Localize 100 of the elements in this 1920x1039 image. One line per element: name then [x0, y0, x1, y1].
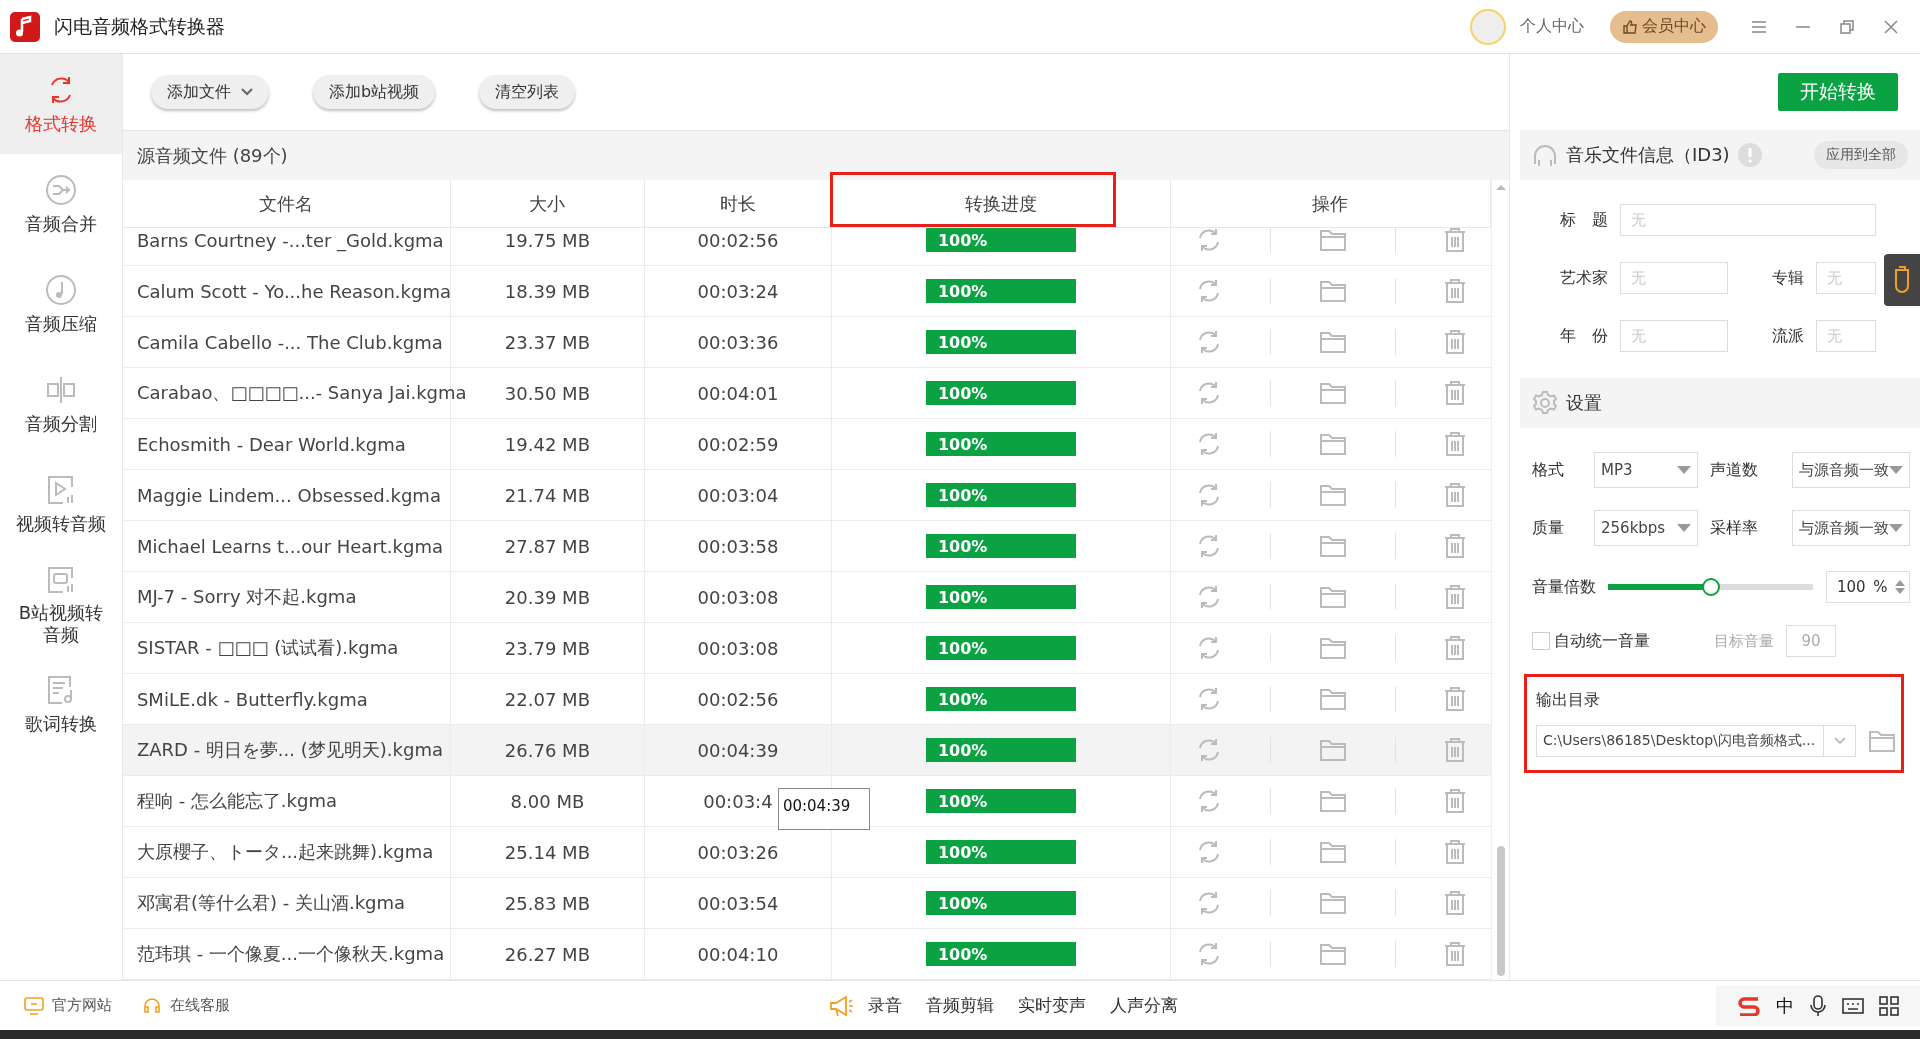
file-row[interactable]: Michael Learns t...our Heart.kgma 27.87 MB 00:03:58 100%	[122, 521, 1491, 572]
file-name: SISTAR - □□□ (试试看).kgma	[136, 636, 399, 660]
music-note-icon	[43, 273, 78, 308]
folder-icon[interactable]	[1318, 228, 1347, 252]
select-field[interactable]: MP3	[1594, 452, 1698, 488]
folder-icon[interactable]	[1318, 483, 1347, 507]
trash-icon[interactable]	[1443, 278, 1468, 304]
folder-icon[interactable]	[1318, 585, 1347, 609]
duration: 00:04:10	[697, 943, 779, 965]
trash-icon[interactable]	[1443, 482, 1468, 508]
folder-icon[interactable]	[1318, 942, 1347, 966]
trash-icon[interactable]	[1443, 329, 1468, 355]
vip-button[interactable]: 会员中心	[1610, 10, 1718, 43]
duration: 00:03:54	[697, 892, 779, 914]
tool-link[interactable]: 实时变声	[1018, 994, 1086, 1017]
duration: 00:04:39	[697, 739, 779, 761]
toolbar-button[interactable]: 清空列表	[479, 75, 576, 109]
progress-text: 100%	[937, 434, 988, 454]
ime-logo-icon[interactable]	[1736, 995, 1762, 1016]
trash-icon[interactable]	[1443, 839, 1468, 865]
folder-icon[interactable]	[1318, 840, 1347, 864]
path-field[interactable]: C:\Users\86185\Desktop\闪电音频格式...	[1536, 725, 1856, 757]
checkbox[interactable]	[1532, 632, 1550, 650]
footer-link[interactable]: 在线客服	[142, 996, 230, 1015]
toolbar-button[interactable]: 添加文件	[150, 75, 269, 109]
folder-icon[interactable]	[1318, 534, 1347, 558]
file-row[interactable]: Barns Courtney -...ter _Gold.kgma 19.75 MB 00:02:56 100%	[122, 228, 1491, 266]
trash-icon[interactable]	[1443, 380, 1468, 406]
megaphone-icon[interactable]	[828, 993, 854, 1018]
trash-icon[interactable]	[1443, 737, 1468, 763]
monitor-icon	[24, 996, 44, 1015]
footer-link[interactable]: 官方网站	[24, 996, 112, 1015]
file-row[interactable]: 程响 - 怎么能忘了.kgma 8.00 MB 00:03:4 00:04:39 100%	[122, 776, 1491, 827]
file-row[interactable]: SISTAR - □□□ (试试看).kgma 23.79 MB 00:03:08 100%	[122, 623, 1491, 674]
progress-text: 100%	[937, 332, 988, 352]
file-size: 26.27 MB	[504, 943, 590, 965]
trash-icon[interactable]	[1443, 686, 1468, 712]
trash-icon[interactable]	[1443, 533, 1468, 559]
caret-icon	[1677, 466, 1691, 474]
folder-icon[interactable]	[1318, 432, 1347, 456]
select-field[interactable]: 256kbps	[1594, 510, 1698, 546]
duration: 00:03:24	[697, 280, 779, 302]
file-size: 22.07 MB	[504, 688, 590, 710]
slider-thumb[interactable]	[1701, 578, 1720, 596]
window-title: 闪电音频格式转换器	[54, 13, 226, 39]
scroll-up-icon[interactable]	[1495, 184, 1506, 190]
number-field[interactable]: 100 %	[1826, 571, 1910, 603]
tool-link[interactable]: 录音	[868, 994, 902, 1017]
folder-icon[interactable]	[1318, 279, 1347, 303]
trash-icon[interactable]	[1443, 584, 1468, 610]
file-size: 25.83 MB	[504, 892, 590, 914]
file-row[interactable]: ZARD - 明日を夢... (梦见明天).kgma 26.76 MB 00:04:39 100%	[122, 725, 1491, 776]
avatar[interactable]	[1470, 8, 1506, 45]
keyboard-icon[interactable]	[1842, 995, 1864, 1016]
file-size: 26.76 MB	[504, 739, 590, 761]
user-center-link[interactable]: 个人中心	[1520, 16, 1584, 37]
file-row[interactable]: Camila Cabello -... The Club.kgma 23.37 MB 00:03:36 100%	[122, 317, 1491, 368]
setting-label: 声道数	[1710, 459, 1759, 481]
file-size: 21.74 MB	[504, 484, 590, 506]
file-row[interactable]: Carabao、□□□□...- Sanya Jai.kgma 30.50 MB 00:04:01 100%	[122, 368, 1491, 419]
file-row[interactable]: 大原櫻子、トータ...起来跳舞).kgma 25.14 MB 00:03:26 100%	[122, 827, 1491, 878]
tool-link[interactable]: 音频剪辑	[926, 994, 994, 1017]
file-size: 8.00 MB	[510, 790, 585, 812]
tool-link[interactable]: 人声分离	[1110, 994, 1178, 1017]
folder-icon[interactable]	[1318, 636, 1347, 660]
scrollbar-thumb[interactable]	[1496, 846, 1505, 976]
folder-icon[interactable]	[1318, 381, 1347, 405]
apply-all-button[interactable]: 应用到全部	[1814, 141, 1908, 169]
select-field[interactable]: 与源音频一致	[1792, 452, 1910, 488]
folder-icon[interactable]	[1318, 330, 1347, 354]
file-name: Maggie Lindem... Obsessed.kgma	[136, 484, 441, 506]
folder-icon[interactable]	[1318, 789, 1347, 813]
trash-icon[interactable]	[1443, 788, 1468, 814]
trash-icon[interactable]	[1443, 431, 1468, 457]
select-field[interactable]: 与源音频一致	[1792, 510, 1910, 546]
caret-icon	[1889, 524, 1903, 532]
ime-mode[interactable]: 中	[1776, 993, 1794, 1018]
file-row[interactable]: Echosmith - Dear World.kgma 19.42 MB 00:02:59 100%	[122, 419, 1491, 470]
trash-icon[interactable]	[1443, 228, 1468, 253]
trash-icon[interactable]	[1443, 941, 1468, 967]
folder-icon[interactable]	[1318, 738, 1347, 762]
file-row[interactable]: Maggie Lindem... Obsessed.kgma 21.74 MB 00:03:04 100%	[122, 470, 1491, 521]
file-row[interactable]: MJ-7 - Sorry 对不起.kgma 20.39 MB 00:03:08 100%	[122, 572, 1491, 623]
folder-icon[interactable]	[1318, 891, 1347, 915]
file-row[interactable]: Calum Scott - Yo...he Reason.kgma 18.39 MB 00:03:24 100%	[122, 266, 1491, 317]
microphone-icon[interactable]	[1808, 994, 1828, 1017]
merge-icon	[43, 173, 78, 208]
sidebar-item[interactable]: 格式转换	[0, 54, 122, 154]
panel-title: 设置	[1566, 391, 1602, 415]
file-row[interactable]: 邓寓君(等什么君) - 关山酒.kgma 25.83 MB 00:03:54 100%	[122, 878, 1491, 929]
trash-icon[interactable]	[1443, 890, 1468, 916]
trash-icon[interactable]	[1443, 635, 1468, 661]
info-icon[interactable]	[1737, 143, 1762, 167]
side-tab[interactable]	[1884, 254, 1920, 306]
folder-icon[interactable]	[1318, 687, 1347, 711]
toolbar-button[interactable]: 添加b站视频	[312, 75, 436, 109]
file-row[interactable]: SMiLE.dk - Butterfly.kgma 22.07 MB 00:02:56 100%	[122, 674, 1491, 725]
folder-icon[interactable]	[1868, 729, 1896, 753]
file-row[interactable]: 范玮琪 - 一个像夏...一个像秋天.kgma 26.27 MB 00:04:10 100%	[122, 929, 1491, 980]
grid-icon[interactable]	[1878, 994, 1900, 1017]
